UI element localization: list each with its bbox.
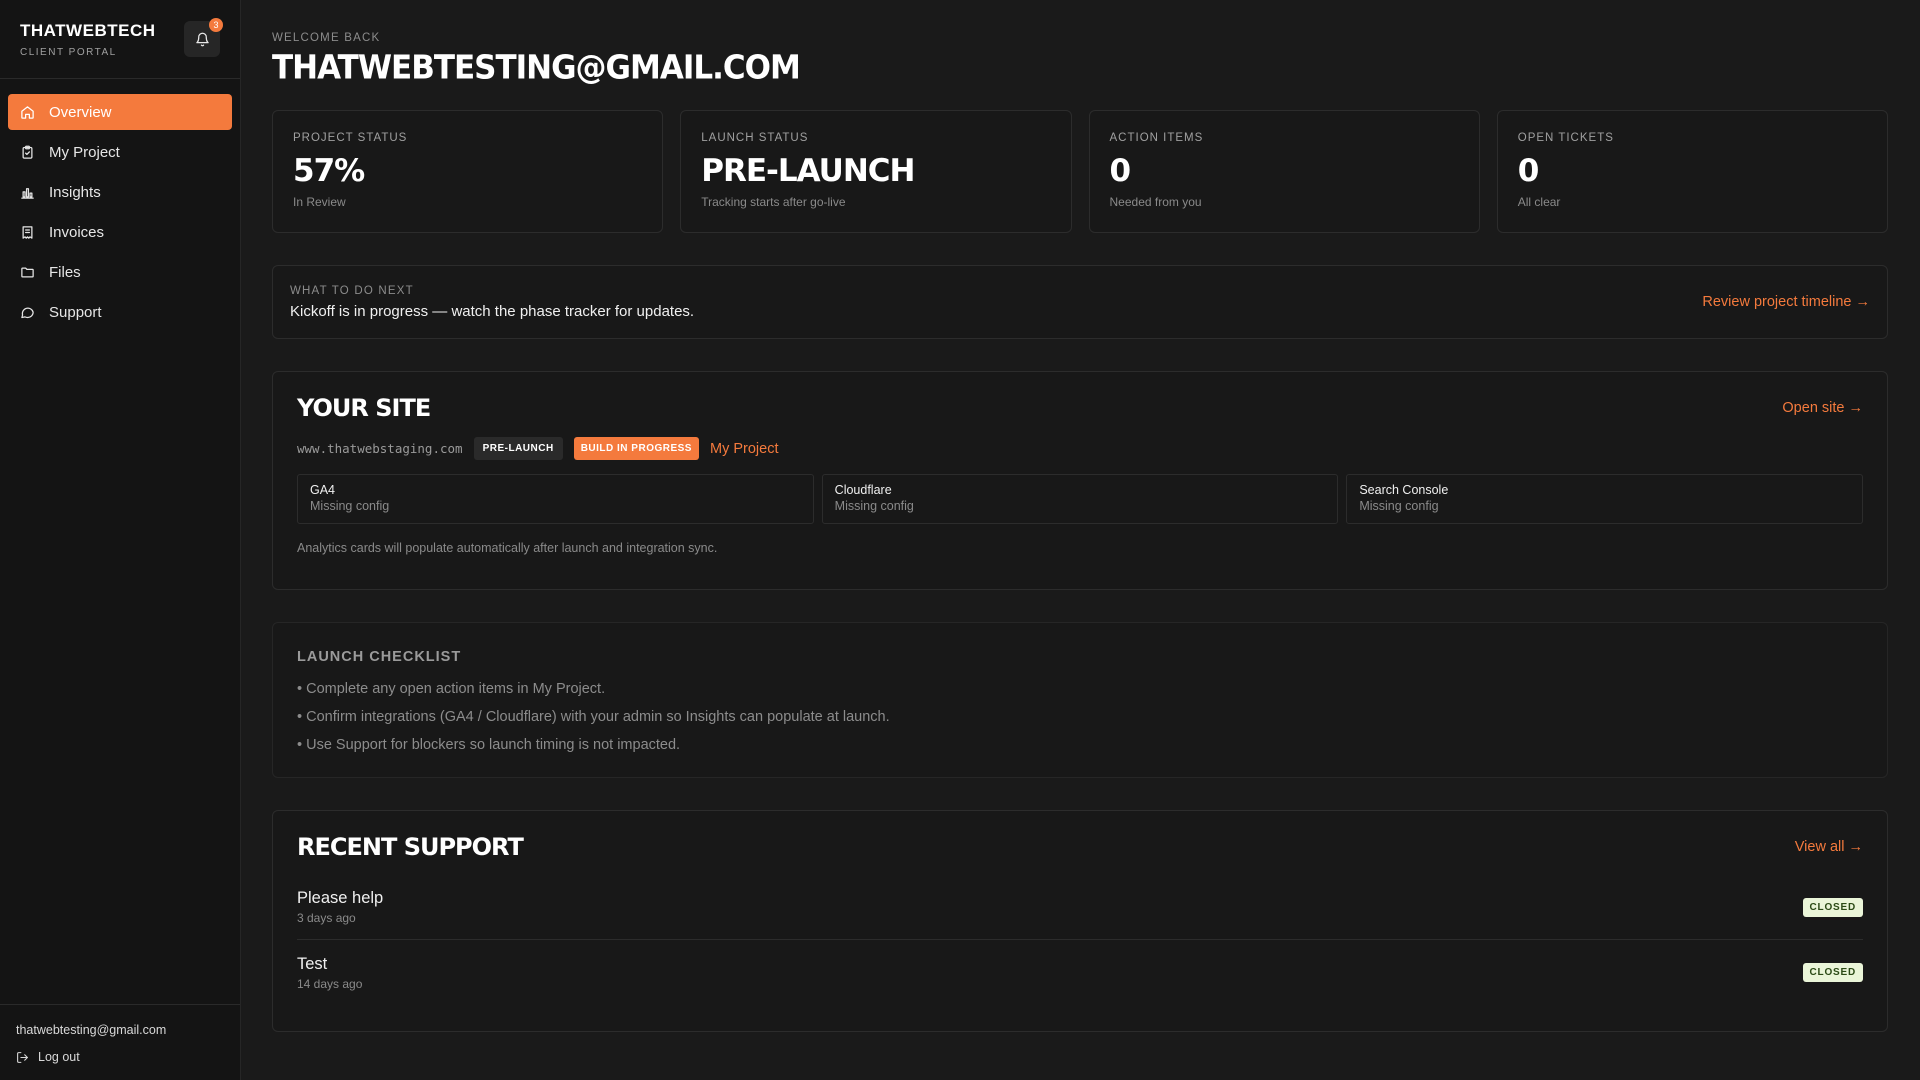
stat-subtext: Tracking starts after go-live — [701, 195, 846, 209]
home-icon — [21, 105, 34, 119]
chat-bubble-icon — [21, 307, 34, 318]
integration-name: Search Console — [1359, 483, 1449, 497]
ticket-time: 3 days ago — [297, 911, 356, 925]
sidebar-item-support[interactable]: Support — [8, 294, 232, 330]
integrations-row: GA4 Missing config Cloudflare Missing co… — [297, 474, 1864, 524]
app-shell: THATWEBTECH CLIENT PORTAL 3 Overview My … — [0, 0, 1920, 1080]
sidebar-item-overview[interactable]: Overview — [8, 94, 232, 130]
stat-card-launch-status: LAUNCH STATUS PRE-LAUNCH Tracking starts… — [680, 110, 1072, 233]
ticket-row[interactable]: Test 14 days ago CLOSED — [297, 940, 1863, 1005]
next-step-body: WHAT TO DO NEXT Kickoff is in progress —… — [290, 285, 694, 320]
stat-label: LAUNCH STATUS — [701, 132, 809, 144]
stat-label: PROJECT STATUS — [293, 132, 408, 144]
integration-search-console: Search Console Missing config — [1346, 474, 1864, 524]
stat-value: 0 — [1517, 153, 1540, 189]
review-timeline-link[interactable]: Review project timeline → — [1702, 294, 1870, 310]
welcome-label: WELCOME BACK — [272, 32, 381, 44]
support-title: RECENT SUPPORT — [297, 833, 524, 861]
analytics-note: Analytics cards will populate automatica… — [297, 541, 718, 555]
ticket-time: 14 days ago — [297, 976, 363, 991]
my-project-link[interactable]: My Project — [710, 441, 779, 457]
next-step-label: WHAT TO DO NEXT — [290, 284, 414, 297]
sidebar-item-label: Overview — [49, 103, 112, 121]
next-step-text: Kickoff is in progress — watch the phase… — [290, 302, 695, 320]
integration-cloudflare: Cloudflare Missing config — [821, 474, 1339, 524]
checklist-item: Complete any open action items in My Pro… — [297, 675, 1863, 703]
receipt-icon — [22, 225, 33, 239]
sidebar-item-files[interactable]: Files — [8, 254, 232, 290]
support-header: RECENT SUPPORT View all → — [297, 833, 1863, 861]
integration-status: Missing config — [834, 499, 914, 513]
sidebar-item-label: Insights — [49, 183, 101, 201]
stats-row: PROJECT STATUS 57% In Review LAUNCH STAT… — [272, 110, 1888, 233]
next-step-card: WHAT TO DO NEXT Kickoff is in progress —… — [272, 265, 1888, 339]
brand-title: THATWEBTECH — [20, 20, 156, 40]
checklist-item: Confirm integrations (GA4 / Cloudflare) … — [297, 703, 1863, 731]
integration-ga4: GA4 Missing config — [297, 474, 814, 524]
stat-label: OPEN TICKETS — [1517, 132, 1614, 144]
sidebar-footer: thatwebtesting@gmail.com Log out — [0, 1004, 240, 1080]
sidebar-item-my-project[interactable]: My Project — [8, 134, 232, 170]
clipboard-icon — [22, 145, 33, 159]
ticket-title: Test — [297, 954, 328, 973]
bell-icon — [195, 32, 209, 46]
stat-label: ACTION ITEMS — [1109, 132, 1204, 144]
checklist-title: LAUNCH CHECKLIST — [297, 649, 462, 665]
ticket-list: Please help 3 days ago CLOSED Test 14 da… — [297, 875, 1863, 1005]
site-header: YOUR SITE Open site → — [297, 394, 1863, 422]
page-title: THATWEBTESTING@GMAIL.COM — [272, 49, 801, 87]
sidebar-item-label: My Project — [49, 143, 120, 161]
checklist-list: Complete any open action items in My Pro… — [297, 675, 1863, 759]
logout-button[interactable]: Log out — [16, 1050, 224, 1064]
checklist-item: Use Support for blockers so launch timin… — [297, 731, 1863, 759]
stat-subtext: All clear — [1517, 195, 1561, 209]
ticket-status-badge: CLOSED — [1802, 897, 1863, 917]
integration-status: Missing config — [1359, 499, 1439, 513]
stat-value: PRE-LAUNCH — [701, 153, 915, 189]
brand-header: THATWEBTECH CLIENT PORTAL 3 — [0, 0, 240, 79]
stat-value: 0 — [1109, 153, 1132, 189]
integration-name: Cloudflare — [834, 483, 892, 497]
stat-card-action-items: ACTION ITEMS 0 Needed from you — [1088, 110, 1480, 233]
stat-card-project-status: PROJECT STATUS 57% In Review — [272, 110, 664, 233]
main-content: WELCOME BACK THATWEBTESTING@GMAIL.COM PR… — [241, 0, 1920, 1080]
folder-icon — [21, 267, 34, 277]
site-title: YOUR SITE — [297, 394, 431, 422]
view-all-link[interactable]: View all → — [1795, 839, 1863, 855]
launch-checklist-card: LAUNCH CHECKLIST Complete any open actio… — [272, 622, 1888, 778]
sidebar-item-label: Files — [49, 263, 81, 281]
sidebar: THATWEBTECH CLIENT PORTAL 3 Overview My … — [0, 0, 241, 1080]
brand-subtitle: CLIENT PORTAL — [20, 46, 117, 58]
ticket-title: Please help — [297, 889, 384, 907]
sidebar-item-invoices[interactable]: Invoices — [8, 214, 232, 250]
ticket-status-badge: CLOSED — [1802, 963, 1863, 982]
ticket-row[interactable]: Please help 3 days ago CLOSED — [297, 875, 1863, 940]
integration-status: Missing config — [310, 499, 390, 513]
stat-value: 57% — [293, 153, 365, 189]
sidebar-item-label: Invoices — [49, 223, 105, 241]
ticket-info: Please help 3 days ago — [297, 889, 383, 925]
sidebar-nav: Overview My Project Insights Invoices Fi… — [0, 79, 240, 330]
stat-subtext: Needed from you — [1109, 195, 1202, 209]
your-site-card: YOUR SITE Open site → www.thatwebstaging… — [272, 371, 1888, 590]
sidebar-item-label: Support — [49, 303, 102, 321]
brand: THATWEBTECH CLIENT PORTAL — [20, 21, 156, 58]
site-url: www.thatwebstaging.com — [297, 441, 463, 456]
ticket-info: Test 14 days ago — [297, 955, 362, 991]
logout-icon — [17, 1051, 28, 1063]
build-status-badge: BUILD IN PROGRESS — [573, 437, 699, 460]
stat-card-open-tickets: OPEN TICKETS 0 All clear — [1496, 110, 1888, 233]
logout-label: Log out — [38, 1050, 80, 1064]
bar-chart-icon — [21, 187, 34, 199]
open-site-link[interactable]: Open site → — [1782, 400, 1863, 416]
stat-subtext: In Review — [293, 195, 346, 209]
user-email: thatwebtesting@gmail.com — [16, 1023, 167, 1037]
sidebar-item-insights[interactable]: Insights — [8, 174, 232, 210]
notification-count-badge: 3 — [209, 18, 223, 32]
site-info-row: www.thatwebstaging.com PRE-LAUNCH BUILD … — [297, 437, 1863, 460]
notifications-button[interactable]: 3 — [184, 18, 223, 57]
integration-name: GA4 — [310, 483, 336, 497]
pre-launch-badge: PRE-LAUNCH — [473, 437, 563, 460]
recent-support-card: RECENT SUPPORT View all → Please help 3 … — [272, 810, 1888, 1032]
